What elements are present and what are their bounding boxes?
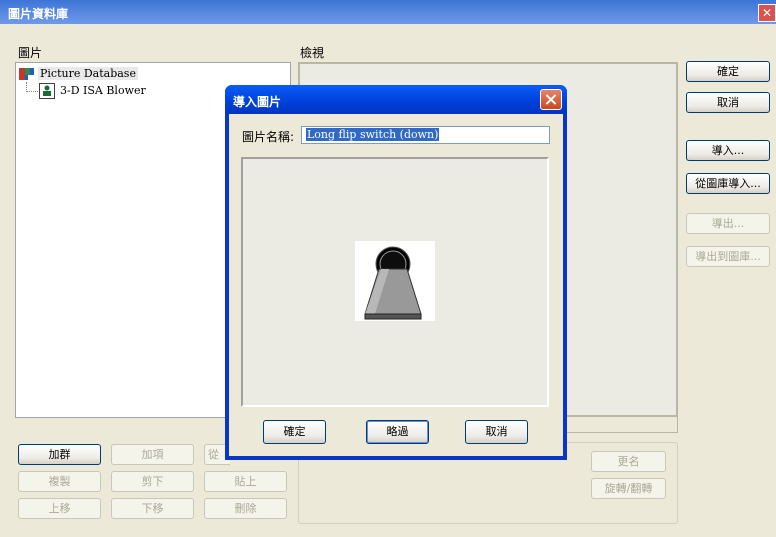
dialog-title: 導入圖片 bbox=[233, 95, 282, 109]
dialog-close-button[interactable] bbox=[540, 89, 562, 110]
delete-button[interactable]: 刪除 bbox=[204, 498, 287, 519]
import-button[interactable]: 導入... bbox=[686, 140, 770, 161]
dialog-skip-button[interactable]: 略過 bbox=[366, 420, 429, 444]
export-to-library-button[interactable]: 導出到圖庫... bbox=[686, 246, 770, 267]
rotate-flip-button[interactable]: 旋轉/翻轉 bbox=[591, 478, 666, 499]
close-icon: ✕ bbox=[761, 6, 773, 20]
add-item-button[interactable]: 加項 bbox=[111, 444, 194, 465]
ok-button[interactable]: 確定 bbox=[686, 61, 770, 82]
paste-button[interactable]: 貼上 bbox=[204, 471, 287, 492]
import-from-library-button[interactable]: 從圖庫導入... bbox=[686, 173, 770, 194]
cut-button[interactable]: 剪下 bbox=[111, 471, 194, 492]
tree-child-label: 3-D ISA Blower bbox=[60, 84, 146, 97]
move-up-button[interactable]: 上移 bbox=[18, 498, 101, 519]
main-title-bar bbox=[0, 0, 776, 24]
picture-name-input[interactable]: Long flip switch (down) bbox=[301, 126, 550, 144]
view-label: 檢視 bbox=[300, 46, 325, 60]
main-close-button[interactable]: ✕ bbox=[758, 4, 776, 22]
dialog-ok-button[interactable]: 確定 bbox=[263, 420, 326, 444]
dialog-cancel-button[interactable]: 取消 bbox=[465, 420, 528, 444]
add-group-button[interactable]: 加群 bbox=[18, 444, 101, 465]
flip-switch-icon bbox=[364, 246, 422, 320]
main-window-title: 圖片資料庫 bbox=[8, 7, 69, 21]
cancel-button[interactable]: 取消 bbox=[686, 92, 770, 113]
rename-button[interactable]: 更名 bbox=[591, 451, 666, 472]
picture-name-label: 圖片名稱: bbox=[242, 130, 295, 144]
picture-name-value: Long flip switch (down) bbox=[306, 128, 440, 141]
tree-connector bbox=[26, 91, 40, 92]
pictures-label: 圖片 bbox=[18, 46, 43, 60]
move-down-button[interactable]: 下移 bbox=[111, 498, 194, 519]
tree-root-label: Picture Database bbox=[38, 67, 138, 80]
picture-database-icon bbox=[19, 68, 34, 80]
copy-button[interactable]: 複製 bbox=[18, 471, 101, 492]
blower-picture-icon bbox=[39, 83, 55, 99]
export-button[interactable]: 導出... bbox=[686, 213, 770, 234]
